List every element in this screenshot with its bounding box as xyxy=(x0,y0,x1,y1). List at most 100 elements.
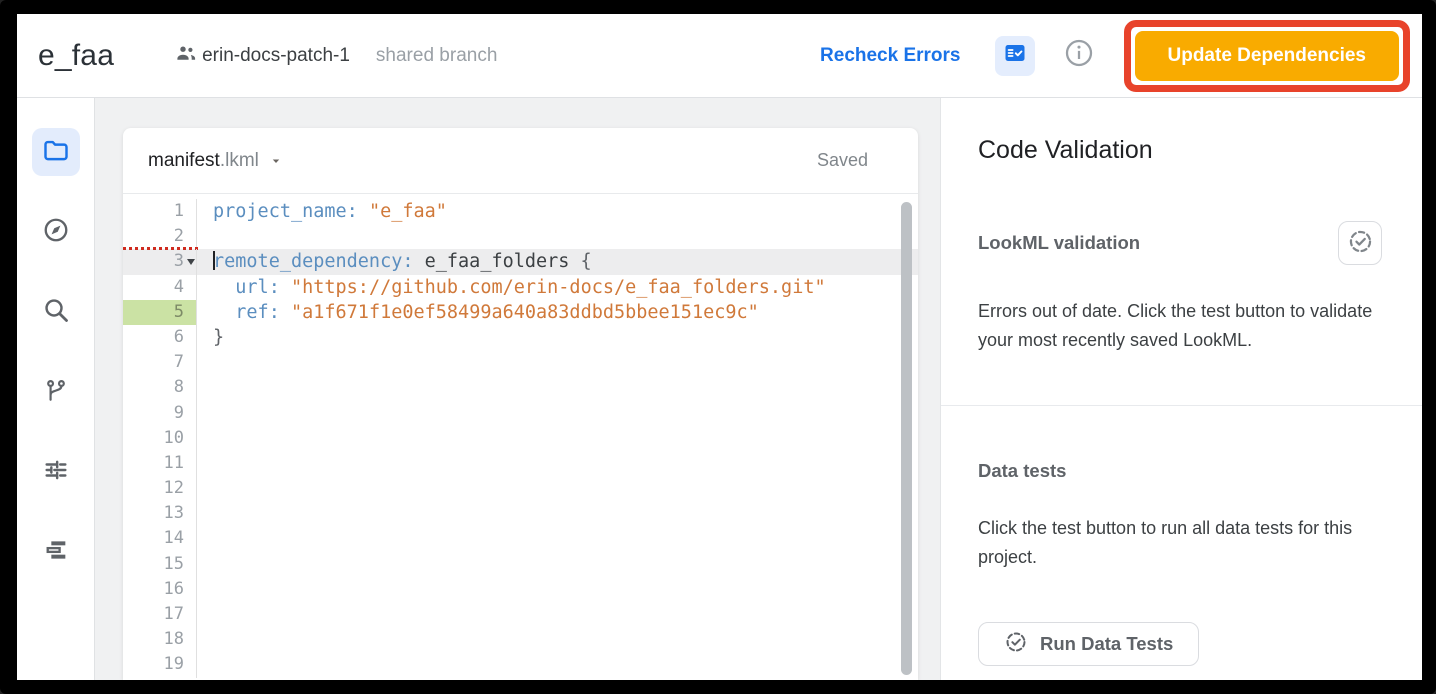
code-line[interactable]: 8 xyxy=(123,375,918,400)
lookml-validation-label: LookML validation xyxy=(978,232,1140,254)
code-line[interactable]: 19 xyxy=(123,652,918,677)
left-sidebar xyxy=(17,98,95,680)
line-number[interactable]: 5 xyxy=(123,300,197,325)
code-line[interactable]: 16 xyxy=(123,577,918,602)
recheck-errors-link[interactable]: Recheck Errors xyxy=(820,45,960,67)
validate-icon xyxy=(1347,228,1374,258)
top-bar: e_faa erin-docs-patch-1 shared branch Re… xyxy=(17,14,1422,98)
code-line[interactable]: 17 xyxy=(123,602,918,627)
branch-indicator[interactable]: erin-docs-patch-1 shared branch xyxy=(174,41,497,70)
code-line[interactable]: 4 url: "https://github.com/erin-docs/e_f… xyxy=(123,275,918,300)
line-number[interactable]: 6 xyxy=(123,325,197,350)
save-status: Saved xyxy=(817,150,868,171)
code-editor[interactable]: 1project_name: "e_faa"23remote_dependenc… xyxy=(123,194,918,680)
tune-icon xyxy=(42,456,70,489)
editor-scrollbar[interactable] xyxy=(901,202,912,675)
code-text[interactable] xyxy=(197,627,213,652)
layers-icon xyxy=(42,536,70,569)
line-number[interactable]: 10 xyxy=(123,426,197,451)
line-number[interactable]: 3 xyxy=(123,249,197,274)
code-text[interactable]: remote_dependency: e_faa_folders { xyxy=(197,249,592,274)
code-line[interactable]: 6} xyxy=(123,325,918,350)
sidebar-item-project-settings[interactable] xyxy=(32,448,80,496)
data-tests-label: Data tests xyxy=(978,460,1382,482)
info-button[interactable] xyxy=(1063,40,1095,72)
branch-name: erin-docs-patch-1 xyxy=(202,45,350,67)
line-number[interactable]: 12 xyxy=(123,476,197,501)
code-text[interactable] xyxy=(197,526,213,551)
code-text[interactable]: } xyxy=(197,325,224,350)
branch-type-label: shared branch xyxy=(376,45,497,67)
sidebar-item-object-browser[interactable] xyxy=(32,528,80,576)
code-text[interactable]: project_name: "e_faa" xyxy=(197,199,447,224)
line-number[interactable]: 18 xyxy=(123,627,197,652)
update-dependencies-button[interactable]: Update Dependencies xyxy=(1135,31,1400,81)
code-text[interactable] xyxy=(197,577,213,602)
code-line[interactable]: 12 xyxy=(123,476,918,501)
code-text[interactable] xyxy=(197,375,213,400)
editor-workspace: manifest.lkml Saved 1project_name: "e_fa… xyxy=(95,98,940,680)
code-line[interactable]: 11 xyxy=(123,451,918,476)
code-text[interactable] xyxy=(197,652,213,677)
code-text[interactable]: url: "https://github.com/erin-docs/e_faa… xyxy=(197,275,826,300)
code-text[interactable] xyxy=(197,552,213,577)
code-text[interactable]: ref: "a1f671f1e0ef58499a640a83ddbd5bbee1… xyxy=(197,300,759,325)
fact-check-icon xyxy=(1003,41,1027,70)
line-number[interactable]: 9 xyxy=(123,401,197,426)
line-number[interactable]: 4 xyxy=(123,275,197,300)
code-line[interactable]: 9 xyxy=(123,401,918,426)
file-tab[interactable]: manifest.lkml xyxy=(148,150,259,172)
validate-icon xyxy=(1004,630,1028,659)
editor-card: manifest.lkml Saved 1project_name: "e_fa… xyxy=(123,128,918,680)
line-number[interactable]: 17 xyxy=(123,602,197,627)
sidebar-item-git-actions[interactable] xyxy=(32,368,80,416)
code-line[interactable]: 5 ref: "a1f671f1e0ef58499a640a83ddbd5bbe… xyxy=(123,300,918,325)
line-number[interactable]: 11 xyxy=(123,451,197,476)
code-line[interactable]: 2 xyxy=(123,224,918,249)
line-number[interactable]: 14 xyxy=(123,526,197,551)
line-number[interactable]: 16 xyxy=(123,577,197,602)
code-text[interactable] xyxy=(197,501,213,526)
code-line[interactable]: 7 xyxy=(123,350,918,375)
fold-caret-icon[interactable] xyxy=(187,259,195,269)
line-number[interactable]: 2 xyxy=(123,224,197,249)
code-text[interactable] xyxy=(197,401,213,426)
code-lines: 1project_name: "e_faa"23remote_dependenc… xyxy=(123,199,918,678)
line-number[interactable]: 15 xyxy=(123,552,197,577)
code-text[interactable] xyxy=(197,350,213,375)
code-line[interactable]: 1project_name: "e_faa" xyxy=(123,199,918,224)
lookml-validation-description: Errors out of date. Click the test butto… xyxy=(978,297,1382,355)
code-validation-panel: Code Validation LookML validation Errors… xyxy=(940,98,1422,680)
code-line[interactable]: 13 xyxy=(123,501,918,526)
lookml-validation-row: LookML validation xyxy=(978,221,1382,265)
code-line[interactable]: 15 xyxy=(123,552,918,577)
info-icon xyxy=(1063,37,1095,74)
code-line[interactable]: 14 xyxy=(123,526,918,551)
line-number[interactable]: 1 xyxy=(123,199,197,224)
file-menu-caret-icon[interactable] xyxy=(269,154,283,168)
editor-header: manifest.lkml Saved xyxy=(123,128,918,194)
validation-toggle-button[interactable] xyxy=(995,36,1035,76)
data-tests-description: Click the test button to run all data te… xyxy=(978,514,1382,572)
code-line[interactable]: 10 xyxy=(123,426,918,451)
screenshot-frame: e_faa erin-docs-patch-1 shared branch Re… xyxy=(0,0,1436,694)
top-bar-actions: Recheck Errors xyxy=(820,20,1410,92)
sidebar-item-file-browser[interactable] xyxy=(32,128,80,176)
line-number[interactable]: 13 xyxy=(123,501,197,526)
run-data-tests-label: Run Data Tests xyxy=(1040,633,1173,655)
code-text[interactable] xyxy=(197,602,213,627)
sidebar-item-find-replace[interactable] xyxy=(32,288,80,336)
validate-lookml-button[interactable] xyxy=(1338,221,1382,265)
line-number[interactable]: 8 xyxy=(123,375,197,400)
code-line[interactable]: 18 xyxy=(123,627,918,652)
code-text[interactable] xyxy=(197,426,213,451)
line-number[interactable]: 7 xyxy=(123,350,197,375)
people-icon xyxy=(174,41,198,70)
code-line[interactable]: 3remote_dependency: e_faa_folders { xyxy=(123,249,918,274)
sidebar-item-explore[interactable] xyxy=(32,208,80,256)
code-text[interactable] xyxy=(197,224,213,249)
code-text[interactable] xyxy=(197,476,213,501)
line-number[interactable]: 19 xyxy=(123,652,197,677)
run-data-tests-button[interactable]: Run Data Tests xyxy=(978,622,1199,666)
code-text[interactable] xyxy=(197,451,213,476)
